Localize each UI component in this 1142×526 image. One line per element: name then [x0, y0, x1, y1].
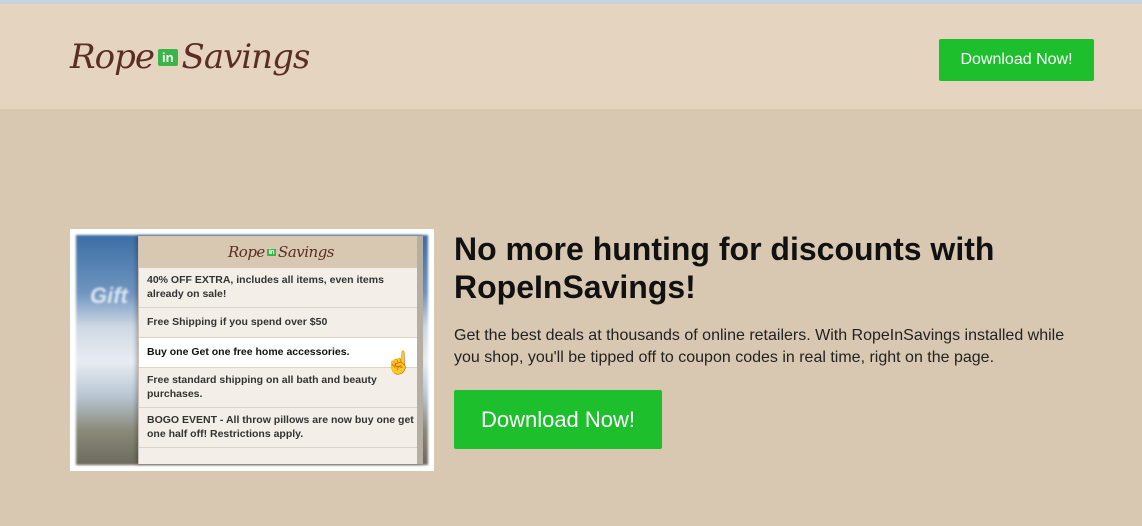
site-header: Rope in Savings Download Now! — [0, 4, 1142, 109]
panel-logo-rope: Rope — [228, 243, 265, 261]
deal-item: Free Shipping if you spend over $50 — [139, 308, 423, 338]
panel-logo-savings: Savings — [278, 243, 334, 261]
hero-description: Get the best deals at thousands of onlin… — [454, 327, 1065, 366]
deal-item: Free standard shipping on all bath and b… — [139, 368, 423, 408]
deal-item-highlighted: Buy one Get one free home accessories. — [139, 338, 423, 368]
main-download-button[interactable]: Download Now! — [454, 390, 662, 449]
panel-logo-in-badge: in — [266, 248, 277, 256]
panel-logo: Rope in Savings — [139, 236, 423, 268]
deals-panel: Rope in Savings 40% OFF EXTRA, includes … — [138, 236, 423, 464]
header-download-button[interactable]: Download Now! — [939, 39, 1094, 81]
panel-scrollbar — [417, 236, 423, 464]
hero-headline: No more hunting for discounts with RopeI… — [454, 231, 995, 305]
logo-text-rope: Rope — [70, 37, 155, 77]
deal-item: BOGO EVENT - All throw pillows are now b… — [139, 408, 423, 448]
deal-item: 40% OFF EXTRA, includes all items, even … — [139, 268, 423, 308]
ropeinsavings-logo[interactable]: Rope in Savings — [70, 34, 311, 80]
logo-in-badge: in — [157, 48, 178, 66]
logo-text-savings: Savings — [181, 37, 311, 77]
product-screenshot: Gift Rope in Savings 40% OFF EXTRA, incl… — [70, 229, 434, 471]
hand-cursor-icon: ☝ — [385, 350, 413, 375]
screenshot-bg-text: Gift — [90, 283, 128, 308]
